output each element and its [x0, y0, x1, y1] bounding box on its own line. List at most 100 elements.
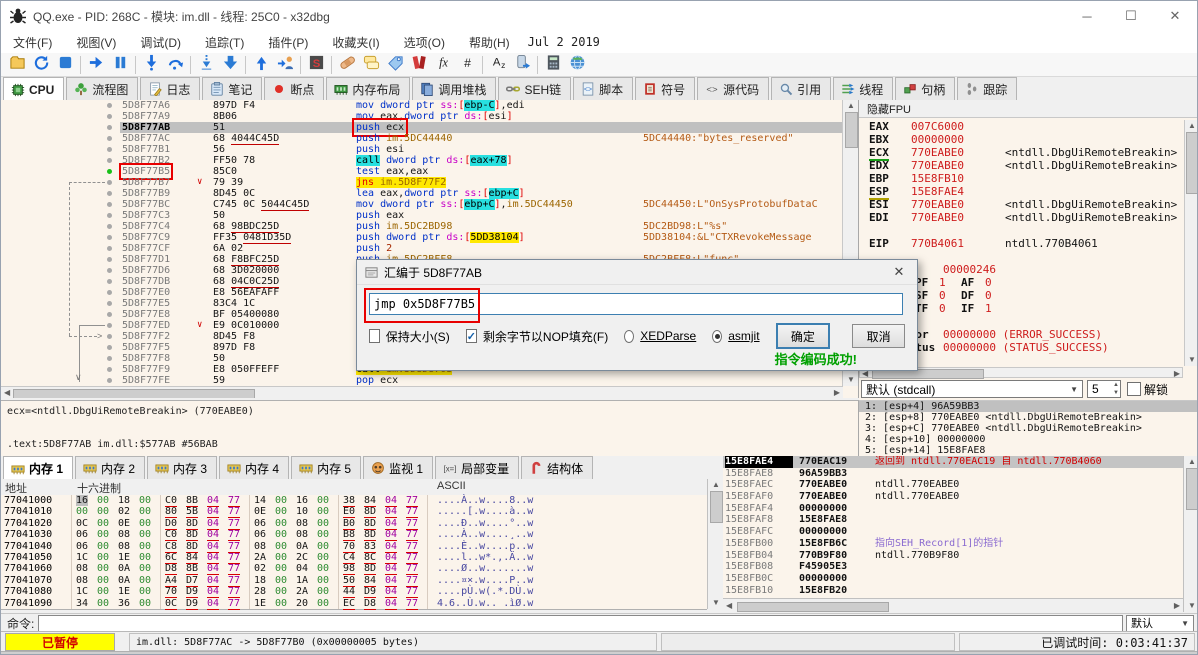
register-row[interactable]: EDI 770EABE0 <ntdll.DbgUiRemoteBreakin>	[859, 211, 1183, 224]
register-row[interactable]: EAX 007C6000	[859, 120, 1183, 133]
stack-row[interactable]: 15E8FB00 15E8FB6C 指向SEH_Record[1]的指针	[723, 538, 1183, 550]
disasm-row[interactable]: 5D8F77C3 50 push eax	[1, 210, 858, 221]
stop-button[interactable]	[53, 54, 77, 76]
row-dot-icon[interactable]	[107, 378, 112, 383]
row-dot-icon[interactable]	[107, 224, 112, 229]
stack-row[interactable]: 15E8FAE8 96A59BB3	[723, 468, 1183, 480]
tab-跟踪[interactable]: 跟踪	[957, 77, 1018, 100]
disasm-row[interactable]: 5D8F77C9 FF35 0481D35D push dword ptr ds:[…	[1, 232, 858, 244]
calculator-button[interactable]	[541, 54, 565, 76]
tab-符号[interactable]: 符号	[635, 77, 696, 100]
row-dot-icon[interactable]	[107, 114, 112, 119]
menu-item-5[interactable]: 收藏夹(I)	[320, 32, 391, 53]
register-row[interactable]: ESI 770EABE0 <ntdll.DbgUiRemoteBreakin>	[859, 198, 1183, 211]
register-row[interactable]	[859, 224, 1183, 237]
tab-内存 5[interactable]: 内存 5	[291, 456, 362, 479]
breakpoints-button[interactable]	[407, 54, 431, 76]
disasm-row[interactable]: 5D8F77B5 85C0 test eax,eax	[1, 163, 858, 180]
row-dot-icon[interactable]	[107, 213, 112, 218]
unlock-checkbox[interactable]: 解锁	[1127, 381, 1168, 398]
tab-内存 3[interactable]: 内存 3	[147, 456, 218, 479]
row-dot-icon[interactable]	[107, 367, 112, 372]
stack-row[interactable]: 15E8FAFC 00000000	[723, 526, 1183, 538]
tab-CPU[interactable]: CPU	[3, 77, 65, 101]
dump-row[interactable]: 77041080 1C 00 1E 00 70 D9 04 77 28 00 2A 00 44 D9 04 77…	[1, 586, 707, 599]
register-row[interactable]: ESP 15E8FAE4	[859, 185, 1183, 200]
cancel-button[interactable]: 取消	[852, 324, 905, 348]
restart-button[interactable]	[29, 54, 53, 76]
dump-row[interactable]: 77041020 0C 00 0E 00 D0 8D 04 77 06 00 08 00 B0 8D 04 77…	[1, 518, 707, 530]
trace-into-button[interactable]	[194, 54, 218, 76]
menu-item-0[interactable]: 文件(F)	[1, 32, 64, 53]
disasm-row[interactable]: 5D8F77B7 ∨ 79 39 jns im.5D8F77F2	[1, 177, 858, 188]
dialog-close-icon[interactable]: ✕	[885, 262, 913, 282]
argument-row[interactable]: 4: [esp+10] 00000000	[859, 434, 1197, 445]
run-button[interactable]	[84, 54, 108, 76]
dump-row[interactable]: 77041090 34 00 36 00 0C D9 04 77 1E 00 20 00 EC D8 04 77…	[1, 598, 707, 610]
execute-till-return-button[interactable]	[249, 54, 273, 76]
patches-button[interactable]	[335, 54, 359, 76]
step-into-button[interactable]	[139, 54, 163, 76]
disasm-row[interactable]: 5D8F77CF 6A 02 push 2	[1, 243, 858, 254]
row-dot-icon[interactable]	[107, 103, 112, 108]
row-dot-icon[interactable]	[107, 323, 112, 328]
row-dot-icon[interactable]	[107, 180, 112, 185]
registers-vertical-scrollbar[interactable]: ▲ ▼	[1184, 120, 1197, 366]
memory-dump-panel[interactable]: 77041000 16 00 18 00 C0 8B 04 77 14 00 16 00 38 84 04 77…	[1, 495, 707, 610]
tab-引用[interactable]: 引用	[771, 77, 832, 100]
call-arguments-list[interactable]: 1: [esp+4] 96A59BB3 2: [esp+8] 770EABE0 <…	[859, 400, 1197, 456]
pause-button[interactable]	[108, 54, 132, 76]
stack-row[interactable]: 15E8FAF0 770EABE0 ntdll.770EABE0	[723, 491, 1183, 503]
dump-row[interactable]: 77041060 08 00 0A 00 D8 8B 04 77 02 00 04 00 98 8D 04 77…	[1, 563, 707, 576]
open-file-button[interactable]	[5, 54, 29, 76]
row-dot-icon[interactable]	[107, 312, 112, 317]
row-dot-icon[interactable]	[107, 158, 112, 163]
tab-内存 1[interactable]: 内存 1	[3, 456, 74, 480]
disasm-row[interactable]: 5D8F77A6 897D F4 mov dword ptr ss:[ebp-C],…	[1, 100, 858, 111]
row-dot-icon[interactable]	[107, 147, 112, 152]
stack-row[interactable]: 15E8FB10 15E8FB20	[723, 585, 1183, 597]
row-dot-icon[interactable]	[107, 125, 112, 130]
tab-句柄[interactable]: 句柄	[895, 77, 956, 100]
tab-内存布局[interactable]: 内存布局	[326, 77, 411, 100]
disasm-row[interactable]: 5D8F77C4 68 98BDC25D push im.5DC2BD98 5DC2B…	[1, 221, 858, 233]
tab-源代码[interactable]: <> 源代码	[697, 77, 770, 100]
row-dot-icon[interactable]	[107, 334, 112, 339]
hide-fpu-button[interactable]: 隐藏FPU	[859, 100, 1197, 118]
close-button[interactable]: ✕	[1153, 2, 1197, 30]
dump-row[interactable]: 77041030 06 00 08 00 C0 8D 04 77 06 00 08 00 B8 8D 04 77…	[1, 529, 707, 542]
row-dot-icon[interactable]	[107, 246, 112, 251]
stack-row[interactable]: 15E8FAF8 15E8FAE8	[723, 514, 1183, 526]
row-dot-icon[interactable]	[107, 268, 112, 273]
row-dot-icon[interactable]	[107, 279, 112, 284]
register-row[interactable]: EIP 770B4061 ntdll.770B4061	[859, 237, 1183, 250]
disasm-row[interactable]: 5D8F77B2 FF50 78 call dword ptr ds:[eax+78…	[1, 155, 858, 166]
assemble-dialog-titlebar[interactable]: 汇编于 5D8F77AB ✕	[357, 260, 917, 285]
disasm-row[interactable]: 5D8F77FE 59 pop ecx	[1, 375, 858, 386]
menu-item-7[interactable]: 帮助(H)	[457, 32, 522, 53]
tab-笔记[interactable]: 笔记	[202, 77, 263, 100]
disassembly-horizontal-scrollbar[interactable]: ◀ ▶	[1, 386, 843, 398]
command-input[interactable]	[38, 614, 1123, 632]
labels-button[interactable]	[383, 54, 407, 76]
tab-断点[interactable]: 断点	[264, 77, 325, 100]
nop-fill-checkbox[interactable]: ✓	[465, 329, 477, 343]
tab-调用堆栈[interactable]: 调用堆栈	[412, 77, 497, 100]
argument-row[interactable]: 2: [esp+8] 770EABE0 <ntdll.DbgUiRemoteBr…	[859, 412, 1197, 423]
menu-item-3[interactable]: 追踪(T)	[193, 32, 256, 53]
stack-horizontal-scrollbar[interactable]: ◀ ▶	[723, 598, 1183, 613]
stack-row[interactable]: 15E8FAEC 770EABE0 ntdll.770EABE0	[723, 479, 1183, 491]
tab-线程[interactable]: 线程	[833, 77, 894, 100]
disasm-row[interactable]: 5D8F77AC 68 4044C45D push im.5DC44440 5DC44…	[1, 133, 858, 145]
settings-s-button[interactable]: S	[304, 54, 328, 76]
disasm-row[interactable]: 5D8F77A9 8B06 mov eax,dword ptr ds:[esi]	[1, 111, 858, 122]
argument-row[interactable]: 5: [esp+14] 15E8FAE8	[859, 445, 1197, 456]
disasm-row[interactable]: 5D8F77AB 51 push ecx	[1, 118, 858, 137]
tab-脚本[interactable]: <> 脚本	[573, 77, 634, 100]
stack-vertical-scrollbar[interactable]: ▲ ▼	[1183, 456, 1197, 612]
tab-内存 2[interactable]: 内存 2	[75, 456, 146, 479]
menu-item-2[interactable]: 调试(D)	[128, 32, 193, 53]
row-dot-icon[interactable]	[107, 235, 112, 240]
tab-流程图[interactable]: 流程图	[66, 77, 139, 100]
tab-内存 4[interactable]: 内存 4	[219, 456, 290, 479]
